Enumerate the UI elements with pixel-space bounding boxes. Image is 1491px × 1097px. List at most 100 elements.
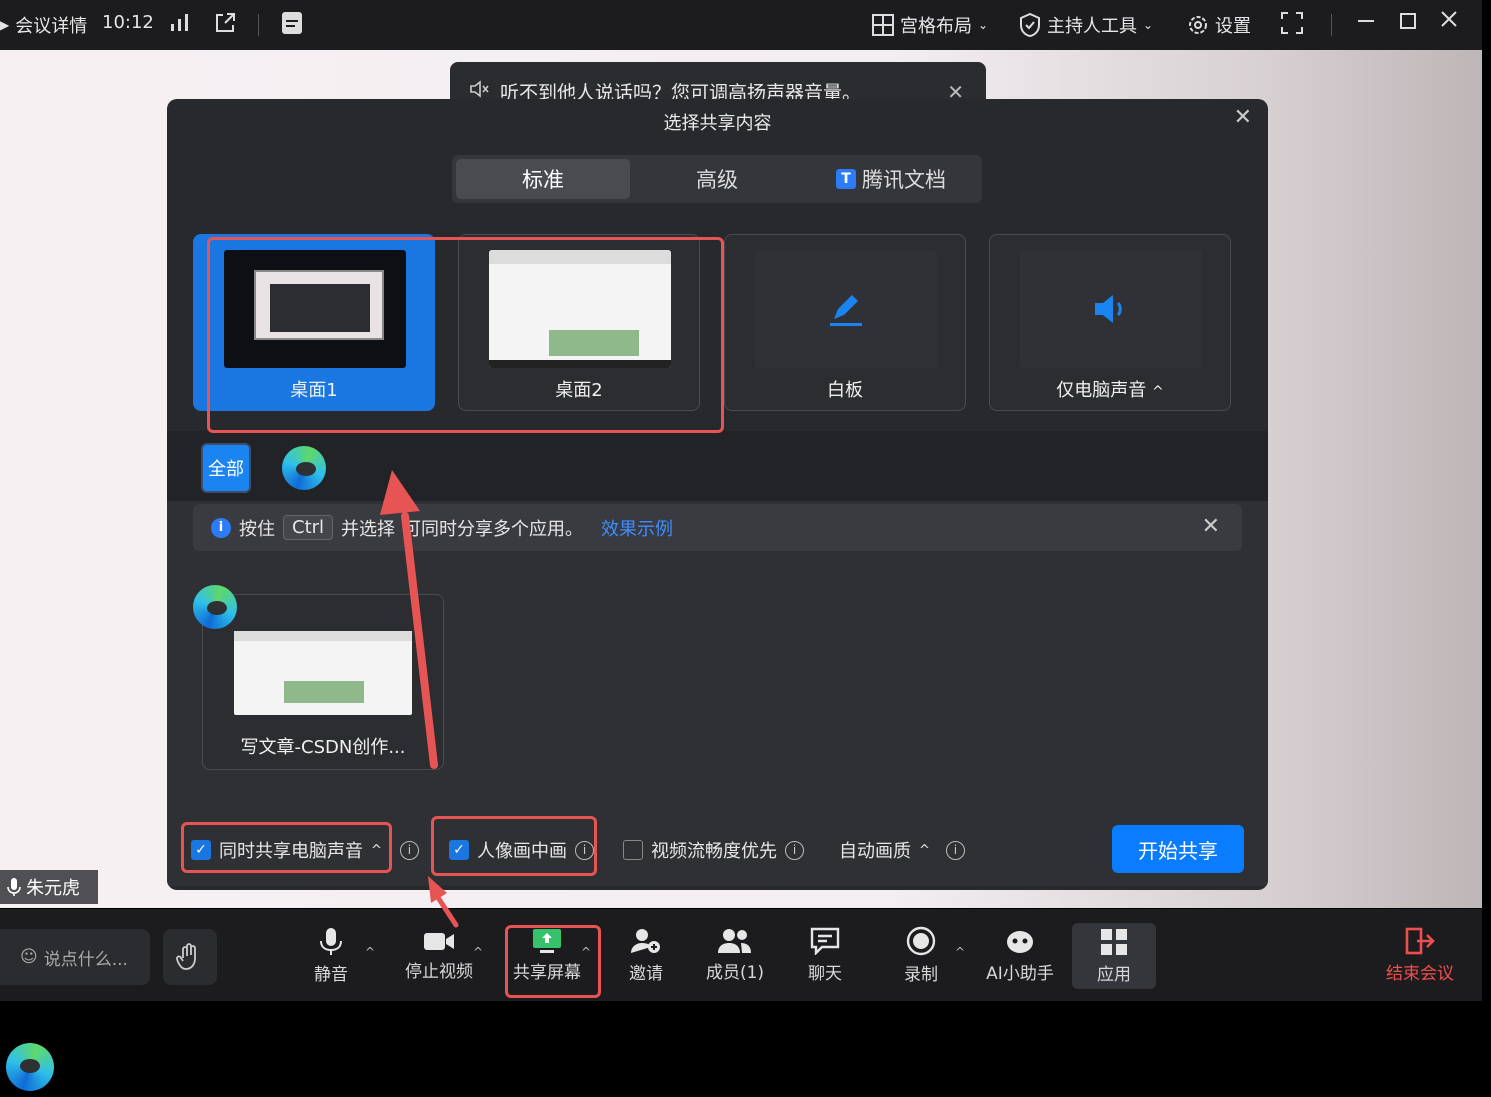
stop-video-button[interactable]: 停止视频 ^ (399, 909, 483, 1001)
thumb-toolbar (234, 631, 412, 641)
source-label: 仅电脑声音 (1056, 380, 1147, 401)
chat-label: 聊天 (808, 963, 842, 984)
whiteboard-thumbnail (755, 250, 937, 368)
apps-button[interactable]: 应用 (1072, 923, 1156, 989)
tab-label: 高级 (696, 168, 738, 192)
end-meeting-label: 结束会议 (1386, 963, 1454, 984)
share-dialog: 选择共享内容 ✕ 标准 高级 T 腾讯文档 桌面1 桌面2 白板 仅电脑声音 ^… (167, 99, 1268, 890)
info-icon[interactable]: i (399, 840, 419, 860)
layout-button[interactable]: 宫格布局 ⌄ (872, 12, 988, 38)
quality-label: 自动画质 (839, 841, 911, 862)
meeting-details-label: 会议详情 (15, 16, 88, 37)
start-share-button[interactable]: 开始共享 (1112, 825, 1244, 873)
thumb-image (284, 681, 364, 703)
speaker-muted-icon (470, 80, 489, 98)
meeting-time: 10:12 (102, 12, 154, 33)
chevron-up-icon[interactable]: ^ (919, 843, 930, 858)
info-icon[interactable]: i (785, 840, 804, 860)
smooth-checkbox[interactable] (623, 840, 643, 860)
ai-assistant-button[interactable]: AI小助手 (980, 909, 1060, 1001)
invite-label: 邀请 (629, 963, 663, 984)
tip-text: 按住 (239, 518, 275, 540)
example-link[interactable]: 效果示例 (601, 515, 673, 541)
audio-thumbnail (1020, 250, 1202, 368)
participant-name-tag: 朱元虎 (0, 870, 98, 904)
filter-all-button[interactable]: 全部 (201, 443, 251, 493)
tab-standard[interactable]: 标准 (456, 159, 630, 199)
multi-app-tip: i 按住 Ctrl 并选择 可同时分享多个应用。 效果示例 ✕ (193, 504, 1242, 551)
close-dialog-icon[interactable]: ✕ (1234, 105, 1252, 130)
minimize-icon[interactable] (1357, 12, 1375, 30)
source-whiteboard[interactable]: 白板 (724, 234, 966, 411)
chevron-up-icon[interactable]: ^ (473, 945, 483, 959)
annotation-box-pip (431, 816, 597, 876)
edge-taskbar-icon[interactable] (6, 1043, 54, 1091)
apps-label: 应用 (1097, 964, 1131, 985)
mute-label: 静音 (314, 964, 348, 985)
chat-icon (810, 927, 840, 955)
maximize-icon[interactable] (1399, 12, 1417, 30)
ctrl-key-badge: Ctrl (283, 515, 334, 540)
notes-icon[interactable] (281, 11, 303, 35)
annotation-box-desktops (207, 237, 724, 433)
chevron-up-icon[interactable]: ^ (1152, 384, 1164, 400)
time-label: 10:12 (102, 12, 154, 33)
smooth-option[interactable]: 视频流畅度优先 i (623, 837, 804, 863)
os-taskbar (0, 1001, 1482, 1097)
close-window-icon[interactable] (1440, 10, 1458, 28)
end-meeting-button[interactable]: 结束会议 (1380, 909, 1460, 1001)
tencent-docs-icon: T (836, 169, 856, 189)
divider (1331, 14, 1332, 36)
edge-browser-icon[interactable] (282, 446, 326, 490)
top-bar: ▶ 会议详情 10:12 宫格布局 ⌄ 主持人工具 ⌄ 设置 (0, 0, 1482, 50)
tab-tencent-docs[interactable]: T 腾讯文档 (804, 159, 978, 199)
filter-all-label: 全部 (208, 459, 244, 480)
annotation-box-audio (181, 822, 392, 873)
tab-advanced[interactable]: 高级 (630, 159, 804, 199)
robot-icon (1007, 930, 1033, 953)
apps-grid-icon (1101, 928, 1127, 955)
fullscreen-icon[interactable] (1281, 12, 1303, 34)
signal-icon[interactable] (170, 12, 190, 32)
settings-button[interactable]: 设置 (1187, 12, 1251, 38)
add-user-icon (631, 928, 660, 953)
close-tip-icon[interactable]: ✕ (1202, 514, 1220, 539)
chat-button[interactable]: 聊天 (785, 909, 865, 1001)
quick-message-placeholder: 说点什么... (43, 949, 128, 970)
app-window-csdn[interactable]: 写文章-CSDN创作... (202, 594, 444, 770)
record-icon (906, 926, 936, 955)
meeting-toolbar: ☺ 说点什么... 静音 ^ 停止视频 ^ 共享屏幕 ^ 邀请 成员(1) 聊天… (0, 909, 1482, 1001)
microphone-icon (320, 927, 342, 955)
source-label-with-chevron: 仅电脑声音 ^ (990, 376, 1230, 402)
chevron-down-icon: ⌄ (1143, 18, 1154, 32)
divider (258, 14, 259, 36)
mute-button[interactable]: 静音 ^ (291, 909, 375, 1001)
app-window-label: 写文章-CSDN创作... (240, 737, 406, 758)
host-tools-button[interactable]: 主持人工具 ⌄ (1019, 12, 1153, 38)
record-button[interactable]: 录制 ^ (881, 909, 965, 1001)
external-link-icon[interactable] (213, 11, 237, 35)
source-label: 白板 (827, 380, 863, 401)
window-edge (1482, 0, 1491, 1097)
source-computer-audio[interactable]: 仅电脑声音 ^ (989, 234, 1231, 411)
app-window-thumbnail (234, 631, 412, 715)
members-label: 成员(1) (705, 962, 765, 983)
quick-message-input[interactable]: ☺ 说点什么... (0, 929, 150, 985)
members-button[interactable]: 成员(1) (695, 909, 775, 1001)
chevron-up-icon[interactable]: ^ (955, 945, 965, 959)
settings-label: 设置 (1215, 16, 1251, 37)
tip-text: 并选择 (341, 518, 396, 540)
grid-icon (872, 14, 894, 36)
record-label: 录制 (904, 964, 938, 985)
users-icon (718, 928, 751, 953)
chevron-up-icon[interactable]: ^ (365, 945, 375, 959)
quality-option[interactable]: 自动画质 ^ i (839, 837, 965, 863)
meeting-details-button[interactable]: ▶ 会议详情 (0, 12, 87, 38)
info-icon[interactable]: i (945, 840, 965, 860)
smile-icon: ☺ (20, 947, 38, 967)
layout-label: 宫格布局 (900, 16, 972, 37)
invite-button[interactable]: 邀请 (606, 909, 686, 1001)
exit-icon (1405, 927, 1435, 954)
raise-hand-button[interactable] (163, 929, 217, 985)
shield-icon (1020, 13, 1040, 37)
